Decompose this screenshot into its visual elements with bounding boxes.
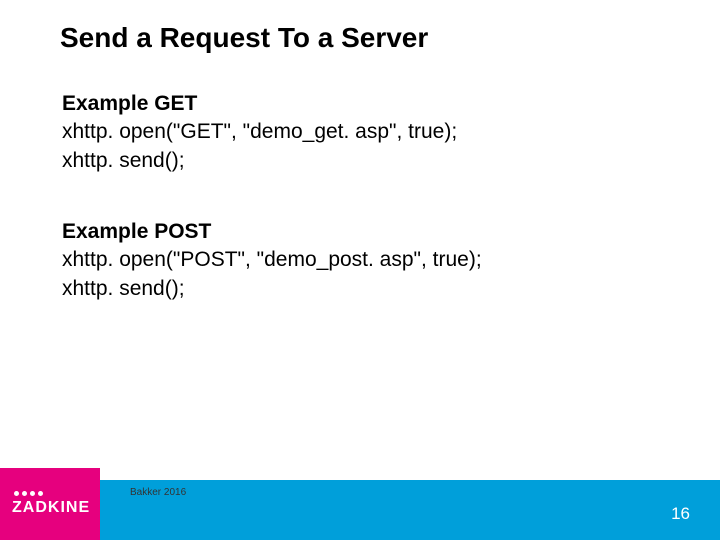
example-get-label: Example GET (62, 90, 457, 118)
slide-title: Send a Request To a Server (60, 22, 428, 54)
example-get-code-line-1: xhttp. open("GET", "demo_get. asp", true… (62, 118, 457, 146)
example-post-label: Example POST (62, 218, 482, 246)
logo-block: ZADKINE (0, 468, 100, 540)
logo-dots-icon (14, 491, 100, 496)
footer-bar (0, 480, 720, 540)
example-get-block: Example GET xhttp. open("GET", "demo_get… (62, 90, 457, 175)
logo-text: ZADKINE (12, 499, 100, 517)
slide: Send a Request To a Server Example GET x… (0, 0, 720, 540)
example-post-code-line-2: xhttp. send(); (62, 275, 482, 303)
example-post-code-line-1: xhttp. open("POST", "demo_post. asp", tr… (62, 246, 482, 274)
example-get-code-line-2: xhttp. send(); (62, 147, 457, 175)
author-text: Bakker 2016 (130, 487, 186, 498)
example-post-block: Example POST xhttp. open("POST", "demo_p… (62, 218, 482, 303)
page-number: 16 (671, 504, 690, 524)
